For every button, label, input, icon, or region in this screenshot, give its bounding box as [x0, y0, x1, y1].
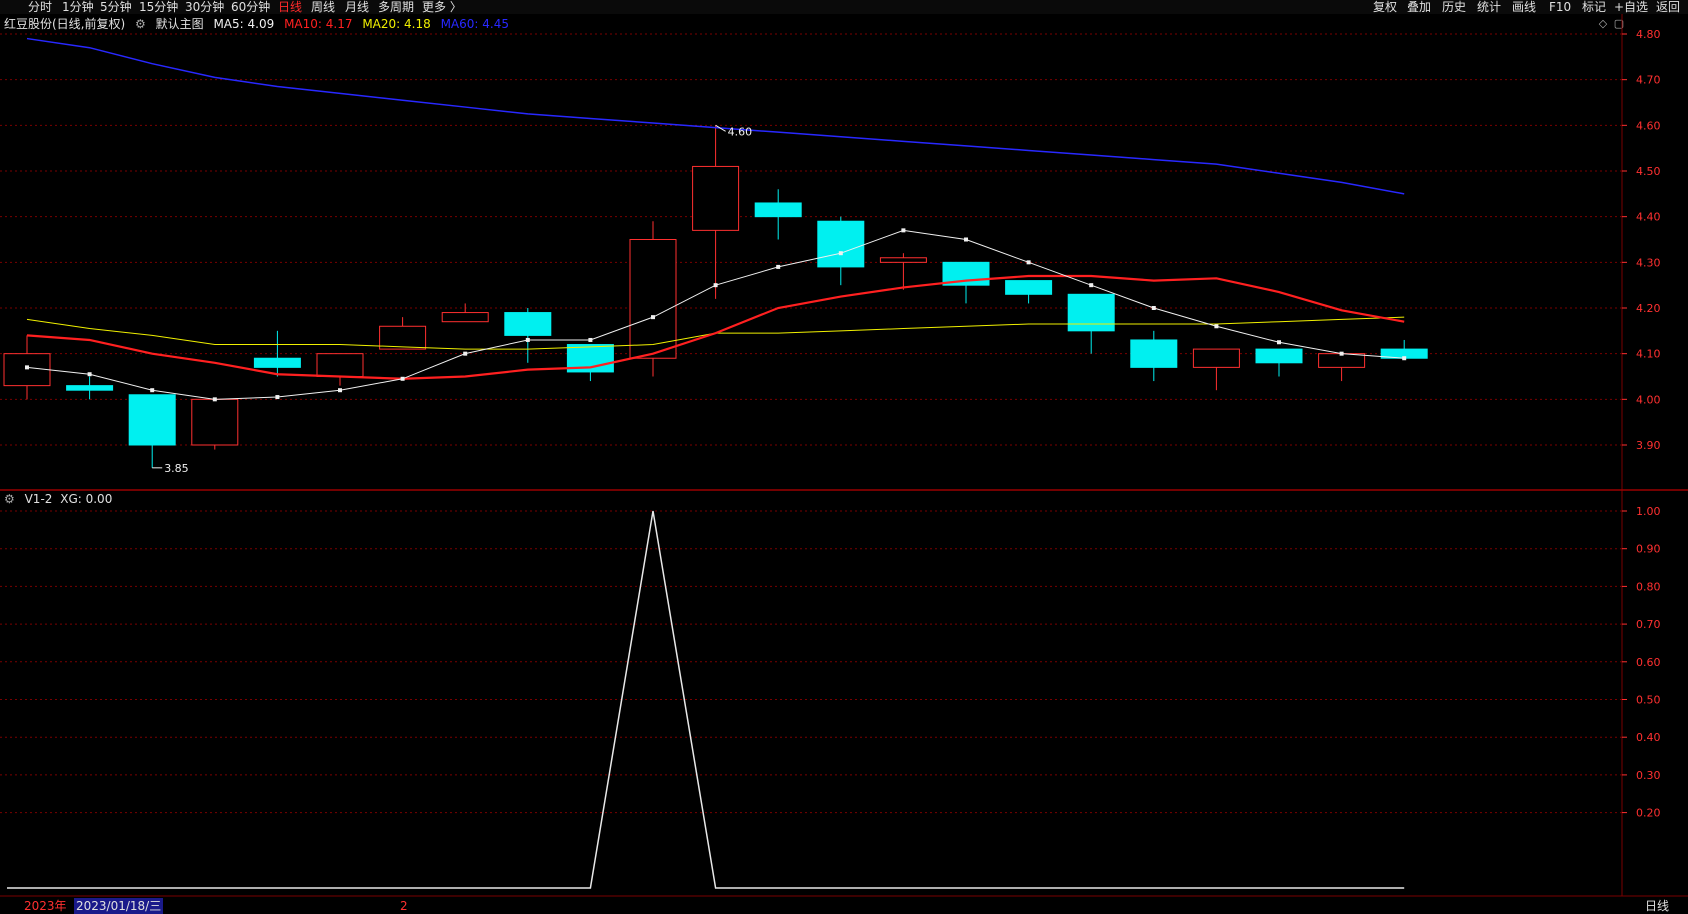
candle-body	[1067, 293, 1115, 332]
indicator-tick-label: 0.20	[1636, 807, 1661, 820]
period-indicator[interactable]: 日线	[1645, 898, 1669, 914]
candle-body	[3, 353, 51, 387]
candle-body	[817, 220, 865, 268]
price-tick-label: 4.00	[1636, 393, 1661, 406]
ma5-line-point	[463, 351, 468, 356]
price-tick-label: 4.20	[1636, 302, 1661, 315]
ma5-line-point	[1402, 356, 1407, 361]
ma5-line-point	[651, 315, 655, 320]
indicator-tick-label: 0.60	[1636, 656, 1661, 669]
ma5-line-point	[1026, 260, 1031, 265]
ma5-line-point	[964, 237, 968, 242]
y-axis-labels: 4.80 4.70 4.60 4.50 4.40 4.30 4.20 4.10 4.00 3.90…	[1622, 28, 1661, 820]
ma5-line-point	[1339, 351, 1344, 356]
indicator-tick-label: 0.70	[1636, 618, 1661, 631]
price-tick-label: 4.60	[1636, 119, 1661, 132]
candle-body	[1318, 353, 1366, 368]
candle-body	[316, 353, 364, 377]
candle-body	[754, 202, 802, 218]
price-tick-label: 3.90	[1636, 439, 1661, 452]
indicator-tick-label: 1.00	[1636, 505, 1661, 518]
candle-body	[1192, 348, 1240, 368]
candle	[66, 376, 114, 400]
candle-body	[504, 312, 552, 336]
indicator-tick-label: 0.30	[1636, 769, 1661, 782]
candle-body	[191, 398, 239, 446]
candle-body	[66, 385, 114, 391]
indicator-tick-label: 0.80	[1636, 580, 1661, 593]
chart-frame	[0, 14, 1688, 897]
candle	[128, 394, 176, 468]
cursor-date: 2023/01/18/三	[74, 898, 164, 914]
candle-body	[879, 257, 927, 263]
candle	[1192, 348, 1240, 391]
high-annotation: 4.60	[728, 125, 753, 138]
price-tick-label: 4.30	[1636, 256, 1661, 269]
chart-area[interactable]: 4.60 3.85 4.804.704.604.504.404.304.204.…	[0, 0, 1688, 914]
candle-body	[1130, 339, 1178, 368]
candle-body	[253, 357, 301, 368]
candle	[1318, 353, 1366, 382]
ma5-line-point	[212, 397, 217, 402]
candle-body	[629, 239, 677, 359]
indicator-tick-label: 0.40	[1636, 731, 1661, 744]
candle	[1005, 280, 1053, 304]
candle	[879, 253, 927, 290]
ma5-line-point	[1277, 340, 1281, 345]
date-axis-bar: 2023年 2023/01/18/三 2 日线	[0, 898, 1688, 914]
ma5-line-point	[25, 365, 29, 370]
year-label: 2023年	[24, 899, 67, 913]
candle	[504, 308, 552, 363]
candle	[316, 353, 364, 386]
ma5-line-point	[776, 264, 781, 269]
candle-body	[379, 325, 427, 350]
candle	[441, 303, 489, 323]
ma5-line-point	[525, 337, 530, 342]
candle-body	[1255, 348, 1303, 364]
price-tick-label: 4.40	[1636, 211, 1661, 224]
indicator-tick-label: 0.50	[1636, 694, 1661, 707]
candlestick-series	[3, 125, 1428, 468]
candle	[1255, 348, 1303, 377]
price-tick-label: 4.70	[1636, 74, 1661, 87]
ma5-line-point	[275, 395, 280, 400]
grid-lines	[0, 33, 1622, 814]
ma5-line-point	[1151, 306, 1156, 310]
price-tick-label: 4.80	[1636, 28, 1661, 41]
ma5-line-point	[87, 372, 92, 377]
indicator-tick-label: 0.90	[1636, 543, 1661, 556]
candle	[692, 125, 740, 299]
price-tick-label: 4.10	[1636, 348, 1661, 361]
ma5-line-point	[713, 283, 718, 288]
price-tick-label: 4.50	[1636, 165, 1661, 178]
candle	[379, 317, 427, 350]
ma5-line-point	[1089, 283, 1094, 288]
ma5-line-point	[338, 388, 342, 393]
candle	[191, 398, 239, 450]
ma5-line-point	[1214, 324, 1219, 329]
low-annotation: 3.85	[164, 462, 189, 475]
candle-body	[128, 394, 176, 446]
ma5-line-point	[400, 376, 405, 381]
candle	[1130, 330, 1178, 382]
candle	[817, 216, 865, 286]
candle-body	[692, 165, 740, 231]
candle	[1380, 339, 1428, 359]
candle	[754, 189, 802, 240]
candle-body	[441, 312, 489, 323]
candle-body	[1005, 280, 1053, 295]
ma5-line-point	[901, 228, 906, 233]
ma5-line-point	[588, 337, 593, 342]
ma5-line-point	[150, 388, 155, 393]
ma5-line-point	[838, 251, 843, 256]
month-mark: 2	[400, 899, 408, 913]
